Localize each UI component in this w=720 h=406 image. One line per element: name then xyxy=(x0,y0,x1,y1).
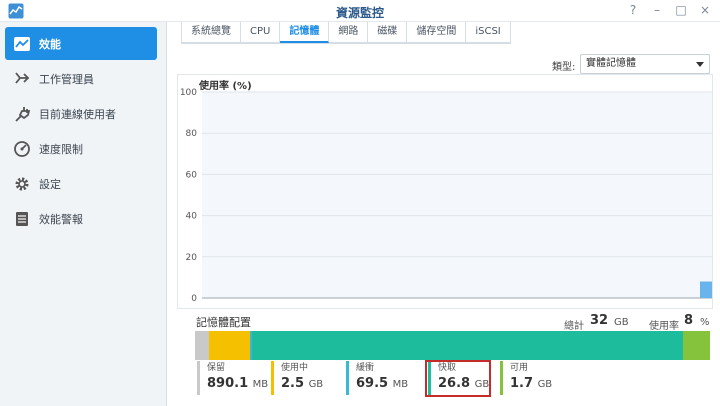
sidebar: 效能 工作管理員 目前連線使用者 速度限制 設定 效能警報 xyxy=(0,22,167,406)
tab-memory[interactable]: 記憶體 xyxy=(280,22,330,43)
y-tick-label: 100 xyxy=(180,88,197,98)
tab-iscsi[interactable]: iSCSI xyxy=(466,22,511,43)
sidebar-item-label: 效能警報 xyxy=(39,212,83,226)
help-button[interactable]: ? xyxy=(626,3,640,17)
legend-unit: GB xyxy=(308,379,324,390)
title-bar: 資源監控 ? – □ × xyxy=(0,0,720,22)
usage-value: 8 xyxy=(684,313,694,328)
task-manager-icon xyxy=(13,70,31,88)
plug-icon xyxy=(13,105,31,123)
memory-allocation-bar xyxy=(195,331,710,360)
legend-unit: MB xyxy=(392,379,409,390)
legend-name: 保留 xyxy=(207,363,226,373)
tab-storage[interactable]: 儲存空間 xyxy=(407,22,467,43)
legend-value: 69.5 xyxy=(356,376,389,391)
legend-value: 2.5 xyxy=(281,376,305,391)
usage-label: 使用率 xyxy=(649,321,679,332)
legend-reserved: 保留 890.1 MB xyxy=(197,361,268,395)
sidebar-item-performance-alerts[interactable]: 效能警報 xyxy=(5,202,157,235)
sidebar-item-settings[interactable]: 設定 xyxy=(5,167,157,200)
usage-chart: 0 20 40 60 80 100 xyxy=(180,88,712,304)
legend-buffer: 緩衝 69.5 MB xyxy=(346,361,408,395)
legend-unit: GB xyxy=(537,379,553,390)
type-select[interactable]: 實體記憶體 xyxy=(580,54,710,74)
y-tick-label: 40 xyxy=(186,212,198,222)
type-select-value: 實體記憶體 xyxy=(586,58,636,69)
legend-name: 緩衝 xyxy=(356,363,375,373)
legend-name: 可用 xyxy=(510,363,529,373)
memory-segment xyxy=(251,331,683,360)
speedometer-icon xyxy=(13,140,31,158)
legend-value: 1.7 xyxy=(510,376,534,391)
memory-segment xyxy=(195,331,210,360)
legend-value: 890.1 xyxy=(207,376,249,391)
tab-bar: 系統總覽 CPU 記憶體 網路 磁碟 儲存空間 iSCSI xyxy=(181,22,511,44)
performance-chart-icon xyxy=(13,35,31,53)
gear-icon xyxy=(13,175,31,193)
sidebar-item-label: 速度限制 xyxy=(39,142,83,156)
y-tick-label: 60 xyxy=(186,170,198,180)
y-tick-label: 0 xyxy=(191,294,197,304)
y-tick-label: 80 xyxy=(186,129,198,139)
sidebar-item-task-manager[interactable]: 工作管理員 xyxy=(5,62,157,95)
close-button[interactable]: × xyxy=(698,3,712,17)
tab-cpu[interactable]: CPU xyxy=(241,22,281,43)
tab-overview[interactable]: 系統總覽 xyxy=(181,22,241,43)
memory-allocation-title: 記憶體配置 xyxy=(196,316,251,329)
tab-disk[interactable]: 磁碟 xyxy=(368,22,408,43)
legend-in-use: 使用中 2.5 GB xyxy=(271,361,323,395)
memory-segment xyxy=(209,331,250,360)
sidebar-item-label: 設定 xyxy=(39,177,61,191)
sidebar-item-speed-limit[interactable]: 速度限制 xyxy=(5,132,157,165)
total-label: 總計 xyxy=(564,321,584,332)
chevron-down-icon xyxy=(696,62,704,67)
tab-network[interactable]: 網路 xyxy=(329,22,369,43)
plot-area xyxy=(202,92,712,298)
sidebar-item-label: 目前連線使用者 xyxy=(39,107,116,121)
usage-bar xyxy=(700,281,712,298)
usage-unit: % xyxy=(700,317,710,328)
legend-name: 使用中 xyxy=(281,363,309,373)
sidebar-item-label: 效能 xyxy=(39,37,61,51)
y-tick-label: 20 xyxy=(186,253,198,263)
maximize-button[interactable]: □ xyxy=(674,3,688,17)
cached-highlight-box xyxy=(425,360,491,397)
sidebar-item-connected-users[interactable]: 目前連線使用者 xyxy=(5,97,157,130)
total-value: 32 xyxy=(590,313,609,328)
sidebar-item-label: 工作管理員 xyxy=(39,72,94,86)
memory-segment xyxy=(682,331,710,360)
report-list-icon xyxy=(13,210,31,228)
minimize-button[interactable]: – xyxy=(650,3,664,17)
legend-available: 可用 1.7 GB xyxy=(500,361,552,395)
legend-unit: MB xyxy=(252,379,269,390)
sidebar-item-performance[interactable]: 效能 xyxy=(5,27,157,60)
total-unit: GB xyxy=(614,317,629,328)
type-label: 類型: xyxy=(552,62,576,73)
window-title: 資源監控 xyxy=(335,6,384,20)
